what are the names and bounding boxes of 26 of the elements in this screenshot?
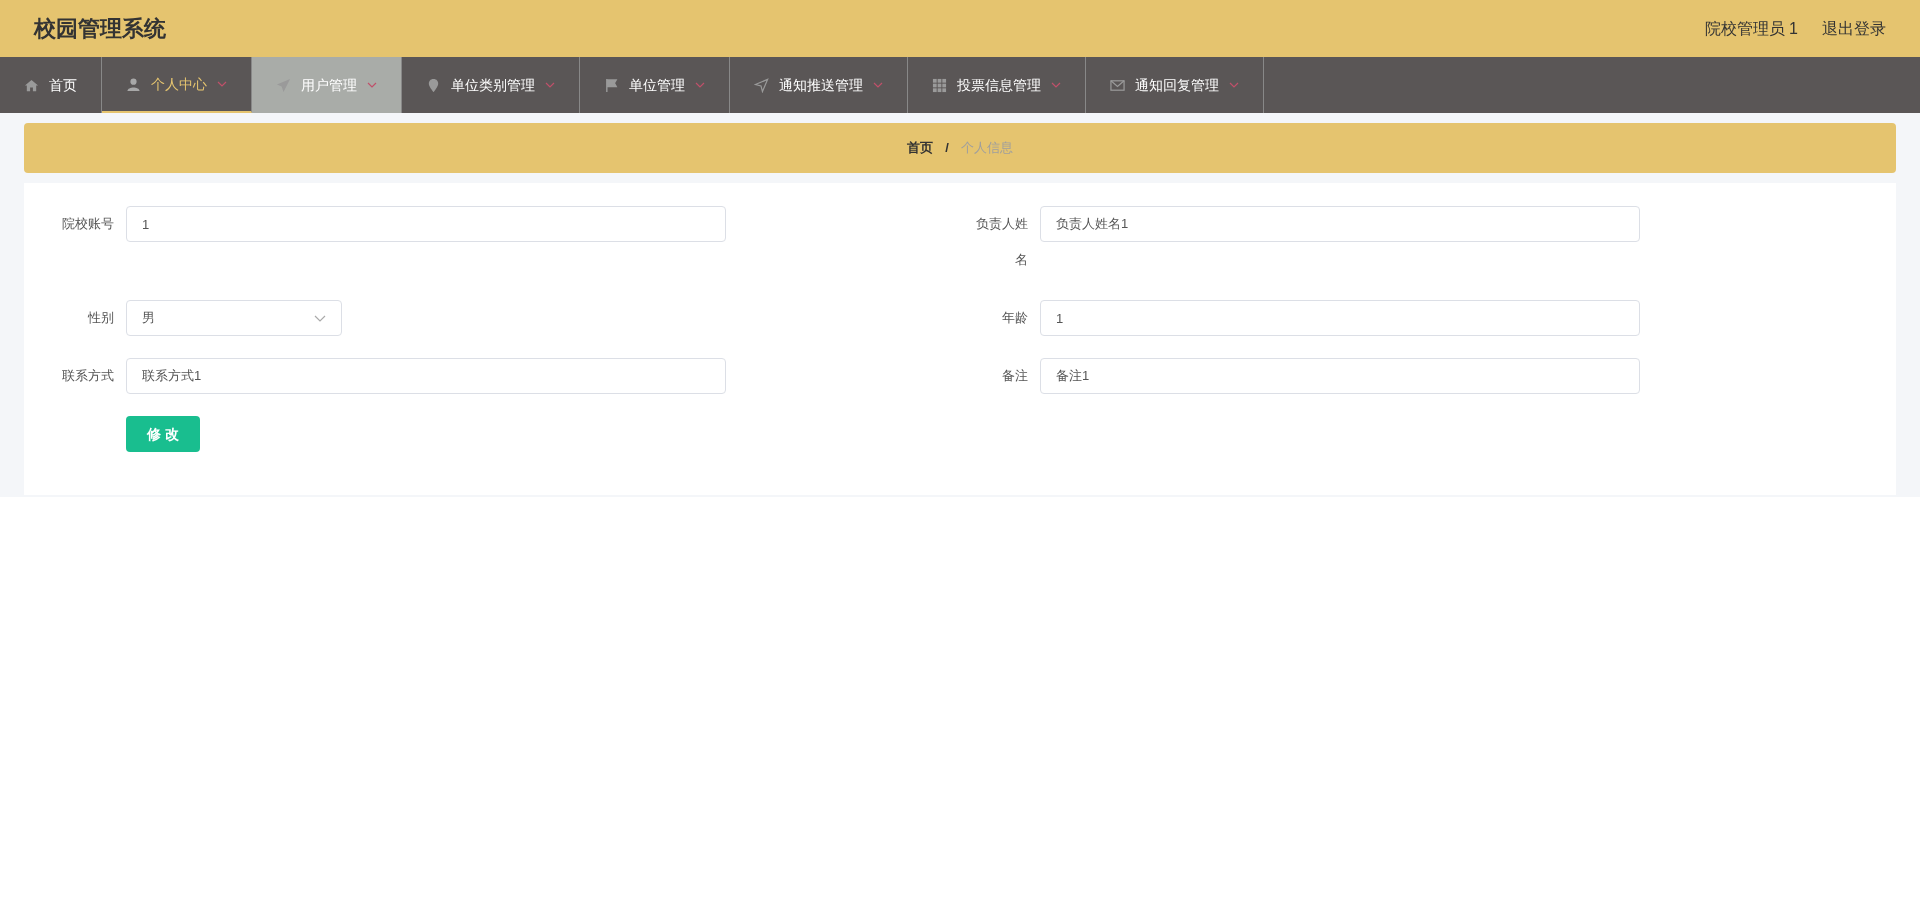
app-title: 校园管理系统 (34, 15, 166, 43)
select-field[interactable]: 男 (126, 300, 342, 336)
field-label: 性别 (87, 309, 115, 327)
field-label: 年龄 (1001, 309, 1029, 327)
user-icon (126, 76, 141, 92)
user-name: 院校管理员 1 (1704, 18, 1798, 39)
input-field[interactable]: 1 (1040, 300, 1640, 336)
field-label: 负责人姓名 (975, 215, 1029, 269)
navigation-arrow-icon (754, 77, 769, 93)
chevron-down-icon (314, 314, 326, 322)
breadcrumb-separator: / (944, 139, 950, 158)
breadcrumb-item[interactable]: 首页 (907, 138, 934, 158)
flag-icon (604, 77, 619, 93)
logout-link[interactable]: 退出登录 (1822, 16, 1886, 41)
input-field[interactable]: 负责人姓名1 (1040, 206, 1640, 242)
field-label: 院校账号 (61, 215, 115, 233)
input-field[interactable]: 1 (126, 206, 726, 242)
mail-icon (1110, 77, 1125, 93)
input-field[interactable]: 联系方式1 (126, 358, 726, 394)
field-label: 联系方式 (61, 367, 115, 385)
home-icon (24, 77, 39, 93)
breadcrumb-item: 个人信息 (960, 139, 1013, 158)
field-label: 备注 (1001, 367, 1029, 385)
grid-icon (932, 77, 947, 93)
input-field[interactable]: 备注1 (1040, 358, 1640, 394)
location-pin-icon (426, 77, 441, 93)
